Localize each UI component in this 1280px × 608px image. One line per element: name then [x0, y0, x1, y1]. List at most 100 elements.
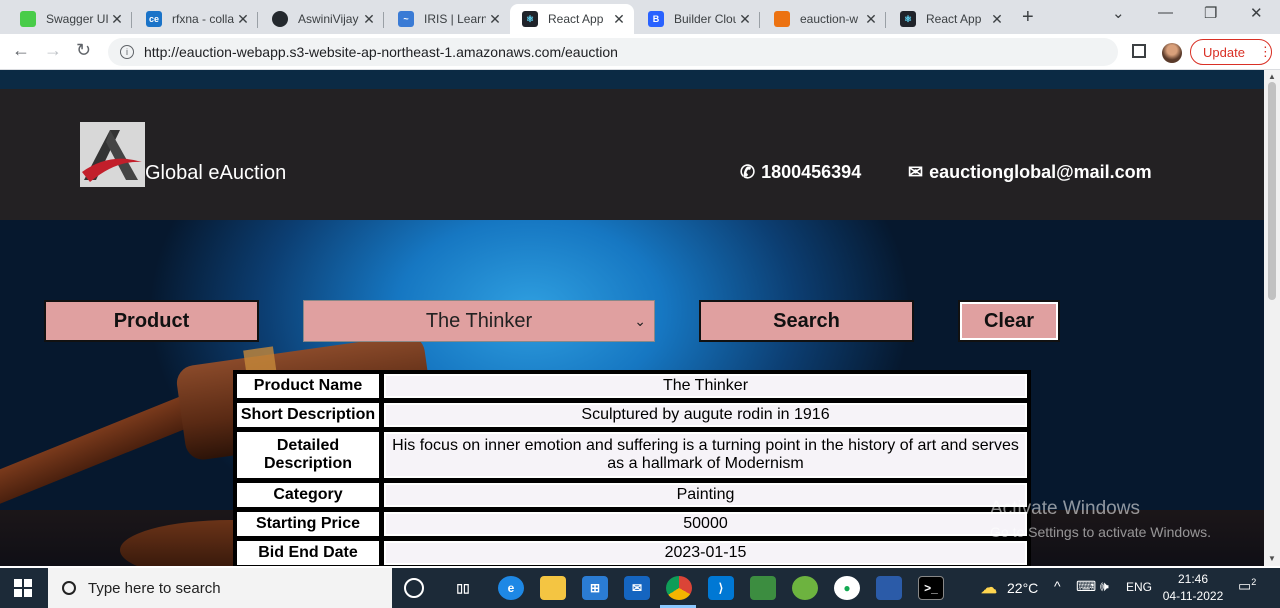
file-explorer-icon[interactable]	[540, 576, 566, 600]
close-icon[interactable]: ✕	[234, 11, 252, 28]
swagger-icon	[20, 11, 36, 27]
site-logo[interactable]	[80, 122, 145, 187]
network-icon[interactable]: ⌨	[1076, 578, 1096, 595]
temperature: 22°C	[1007, 580, 1039, 596]
envelope-icon: ✉	[908, 162, 924, 182]
tab-title: Swagger UI	[46, 12, 108, 26]
watermark-title: Activate Windows	[990, 498, 1140, 519]
address-bar[interactable]: i http://eauction-webapp.s3-website-ap-n…	[108, 38, 1118, 66]
tab-eauction[interactable]: eauction-w ✕	[762, 4, 886, 34]
product-label-button[interactable]: Product	[44, 300, 259, 342]
row-value: His focus on inner emotion and suffering…	[383, 431, 1028, 479]
task-view-icon[interactable]: ▯▯	[450, 576, 476, 600]
scroll-up-icon[interactable]: ▲	[1268, 72, 1276, 81]
table-row: Product Name The Thinker	[236, 373, 1028, 399]
tab-react-app[interactable]: ⚛ React App ✕	[888, 4, 1012, 34]
scroll-thumb[interactable]	[1268, 82, 1276, 300]
builder-icon: B	[648, 11, 664, 27]
forward-icon[interactable]: →	[44, 40, 62, 61]
windows-start-icon[interactable]	[14, 579, 32, 597]
chevron-up-icon[interactable]: ^	[1054, 578, 1061, 594]
close-icon[interactable]: ✕	[736, 11, 754, 28]
close-icon[interactable]: ✕	[862, 11, 880, 28]
browser-toolbar: ← → ↻ i http://eauction-webapp.s3-websit…	[0, 34, 1280, 70]
site-info-icon[interactable]: i	[120, 45, 134, 59]
contact-phone: ✆ 1800456394	[740, 162, 861, 183]
tab-title: Builder Clou	[674, 12, 736, 26]
update-button[interactable]: Update ⋮	[1190, 39, 1272, 65]
spring-icon[interactable]	[792, 576, 818, 600]
more-menu-icon[interactable]: ⋮	[1259, 44, 1272, 60]
close-icon[interactable]: ✕	[108, 11, 126, 28]
close-icon[interactable]: ✕	[988, 11, 1006, 28]
row-label: Short Description	[236, 402, 380, 428]
page-scrollbar[interactable]: ▲ ▼	[1264, 70, 1280, 566]
taskbar-clock[interactable]: 21:46 04-11-2022	[1160, 571, 1226, 605]
vscode-icon[interactable]: ⟩	[708, 576, 734, 600]
search-button[interactable]: Search	[699, 300, 914, 342]
iris-icon: ~	[398, 11, 414, 27]
close-icon[interactable]: ✕	[610, 11, 628, 28]
clear-button[interactable]: Clear	[958, 300, 1060, 342]
product-select[interactable]: The Thinker ⌄	[303, 300, 655, 342]
chrome-icon[interactable]	[666, 576, 692, 600]
table-row: Bid End Date 2023-01-15	[236, 540, 1028, 566]
tab-github[interactable]: AswiniVijay ✕	[260, 4, 384, 34]
notification-icon[interactable]: ▭2	[1238, 577, 1256, 595]
volume-icon[interactable]: 🕪	[1100, 578, 1109, 595]
store-icon[interactable]: ⊞	[582, 576, 608, 600]
table-row: Short Description Sculptured by augute r…	[236, 402, 1028, 428]
update-label: Update	[1203, 44, 1245, 60]
phone-icon: ✆	[740, 162, 756, 182]
tab-title: eauction-w	[800, 12, 859, 26]
email-address: eauctionglobal@mail.com	[929, 162, 1152, 182]
taskbar-search[interactable]: Type here to search	[48, 568, 392, 608]
profile-avatar[interactable]	[1162, 43, 1182, 63]
tab-rfxna[interactable]: ce rfxna - colla ✕	[134, 4, 258, 34]
mail-icon[interactable]: ✉	[624, 576, 650, 600]
restore-button[interactable]: ❐	[1204, 4, 1217, 22]
clear-label: Clear	[983, 309, 1035, 332]
mongodb-icon[interactable]: ●	[834, 576, 860, 600]
browser-tab-strip: Swagger UI ✕ ce rfxna - colla ✕ AswiniVi…	[0, 0, 1280, 34]
row-value: 2023-01-15	[383, 540, 1028, 566]
close-window-button[interactable]: ✕	[1250, 4, 1263, 22]
tab-swagger[interactable]: Swagger UI ✕	[8, 4, 132, 34]
ssms-icon[interactable]	[876, 576, 902, 600]
minimize-button[interactable]: —	[1158, 4, 1173, 21]
weather-icon: ☁	[981, 580, 997, 597]
phone-number: 1800456394	[761, 162, 862, 182]
language-indicator[interactable]: ENG	[1126, 580, 1152, 594]
terminal-icon[interactable]: >_	[918, 576, 944, 600]
side-panel-icon[interactable]	[1132, 44, 1146, 58]
top-strip	[0, 70, 1264, 89]
row-value: The Thinker	[383, 373, 1028, 399]
tab-title: AswiniVijay	[298, 12, 359, 26]
notification-count: 2	[1251, 577, 1257, 587]
chevron-down-icon: ⌄	[634, 313, 646, 329]
windows-taskbar: Type here to search ▯▯ e ⊞ ✉ ⟩ ● >_ ☁ 22…	[0, 568, 1280, 608]
search-placeholder: Type here to search	[88, 579, 221, 597]
row-label: Detailed Description	[236, 431, 380, 479]
back-icon[interactable]: ←	[12, 40, 30, 61]
new-tab-button[interactable]: +	[1022, 6, 1034, 29]
tab-builder[interactable]: B Builder Clou ✕	[636, 4, 760, 34]
table-row: Starting Price 50000	[236, 511, 1028, 537]
watermark-subtitle: Go to Settings to activate Windows.	[990, 524, 1211, 540]
close-icon[interactable]: ✕	[486, 11, 504, 28]
close-icon[interactable]: ✕	[360, 11, 378, 28]
tab-title: IRIS | Learn	[424, 12, 486, 26]
tab-title: React App	[926, 12, 982, 26]
tab-react-app-active[interactable]: ⚛ React App ✕	[510, 4, 634, 34]
tab-iris[interactable]: ~ IRIS | Learn ✕	[386, 4, 510, 34]
edge-icon[interactable]: e	[498, 576, 524, 600]
row-label: Starting Price	[236, 511, 380, 537]
brand-name: Global eAuction	[145, 162, 287, 184]
reload-icon[interactable]: ↻	[76, 40, 91, 61]
scroll-down-icon[interactable]: ▼	[1268, 554, 1276, 563]
react-icon: ⚛	[900, 11, 916, 27]
notepad-icon[interactable]	[750, 576, 776, 600]
cortana-icon[interactable]	[404, 578, 424, 598]
product-label: Product	[113, 309, 190, 332]
tab-search-icon[interactable]: ⌄	[1112, 4, 1125, 22]
